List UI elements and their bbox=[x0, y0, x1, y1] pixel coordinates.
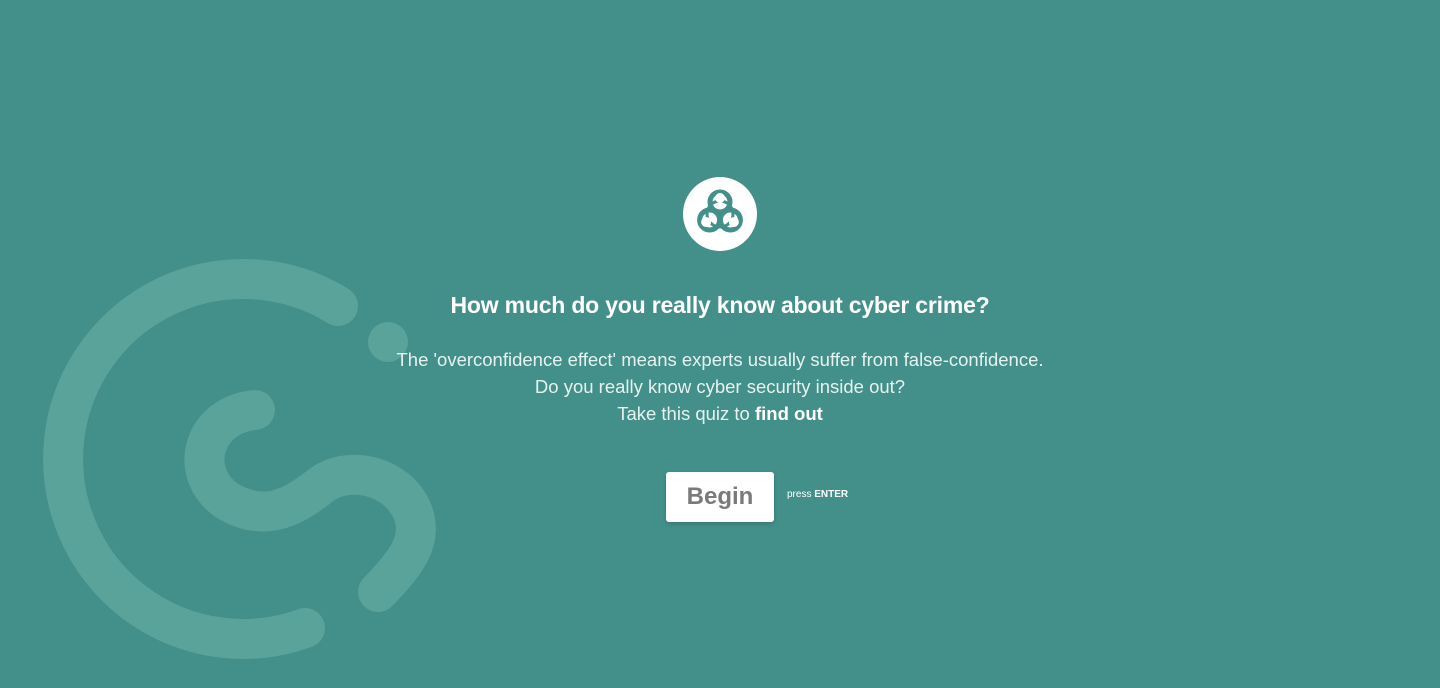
biohazard-icon bbox=[683, 177, 757, 251]
press-enter-prefix: press bbox=[787, 489, 812, 500]
brand-swirl-logo bbox=[43, 258, 436, 659]
press-enter-hint: press ENTER bbox=[787, 489, 848, 500]
swirl-inner-curve bbox=[184, 390, 436, 612]
description-line-2: Do you really know cyber security inside… bbox=[534, 376, 906, 397]
quiz-title: How much do you really know about cyber … bbox=[450, 292, 990, 318]
quiz-welcome-screen: How much do you really know about cyber … bbox=[0, 0, 1440, 688]
description-line-3-prefix: Take this quiz to bbox=[617, 403, 755, 424]
enter-key-label: ENTER bbox=[814, 489, 849, 500]
begin-button[interactable]: Begin bbox=[666, 472, 774, 522]
quiz-description: The 'overconfidence effect' means expert… bbox=[0, 346, 1440, 427]
swirl-outer-arc bbox=[43, 258, 358, 659]
description-line-3: Take this quiz to find out bbox=[0, 400, 1440, 427]
description-line-1: The 'overconfidence effect' means expert… bbox=[396, 349, 1044, 370]
find-out-emphasis: find out bbox=[754, 403, 823, 424]
